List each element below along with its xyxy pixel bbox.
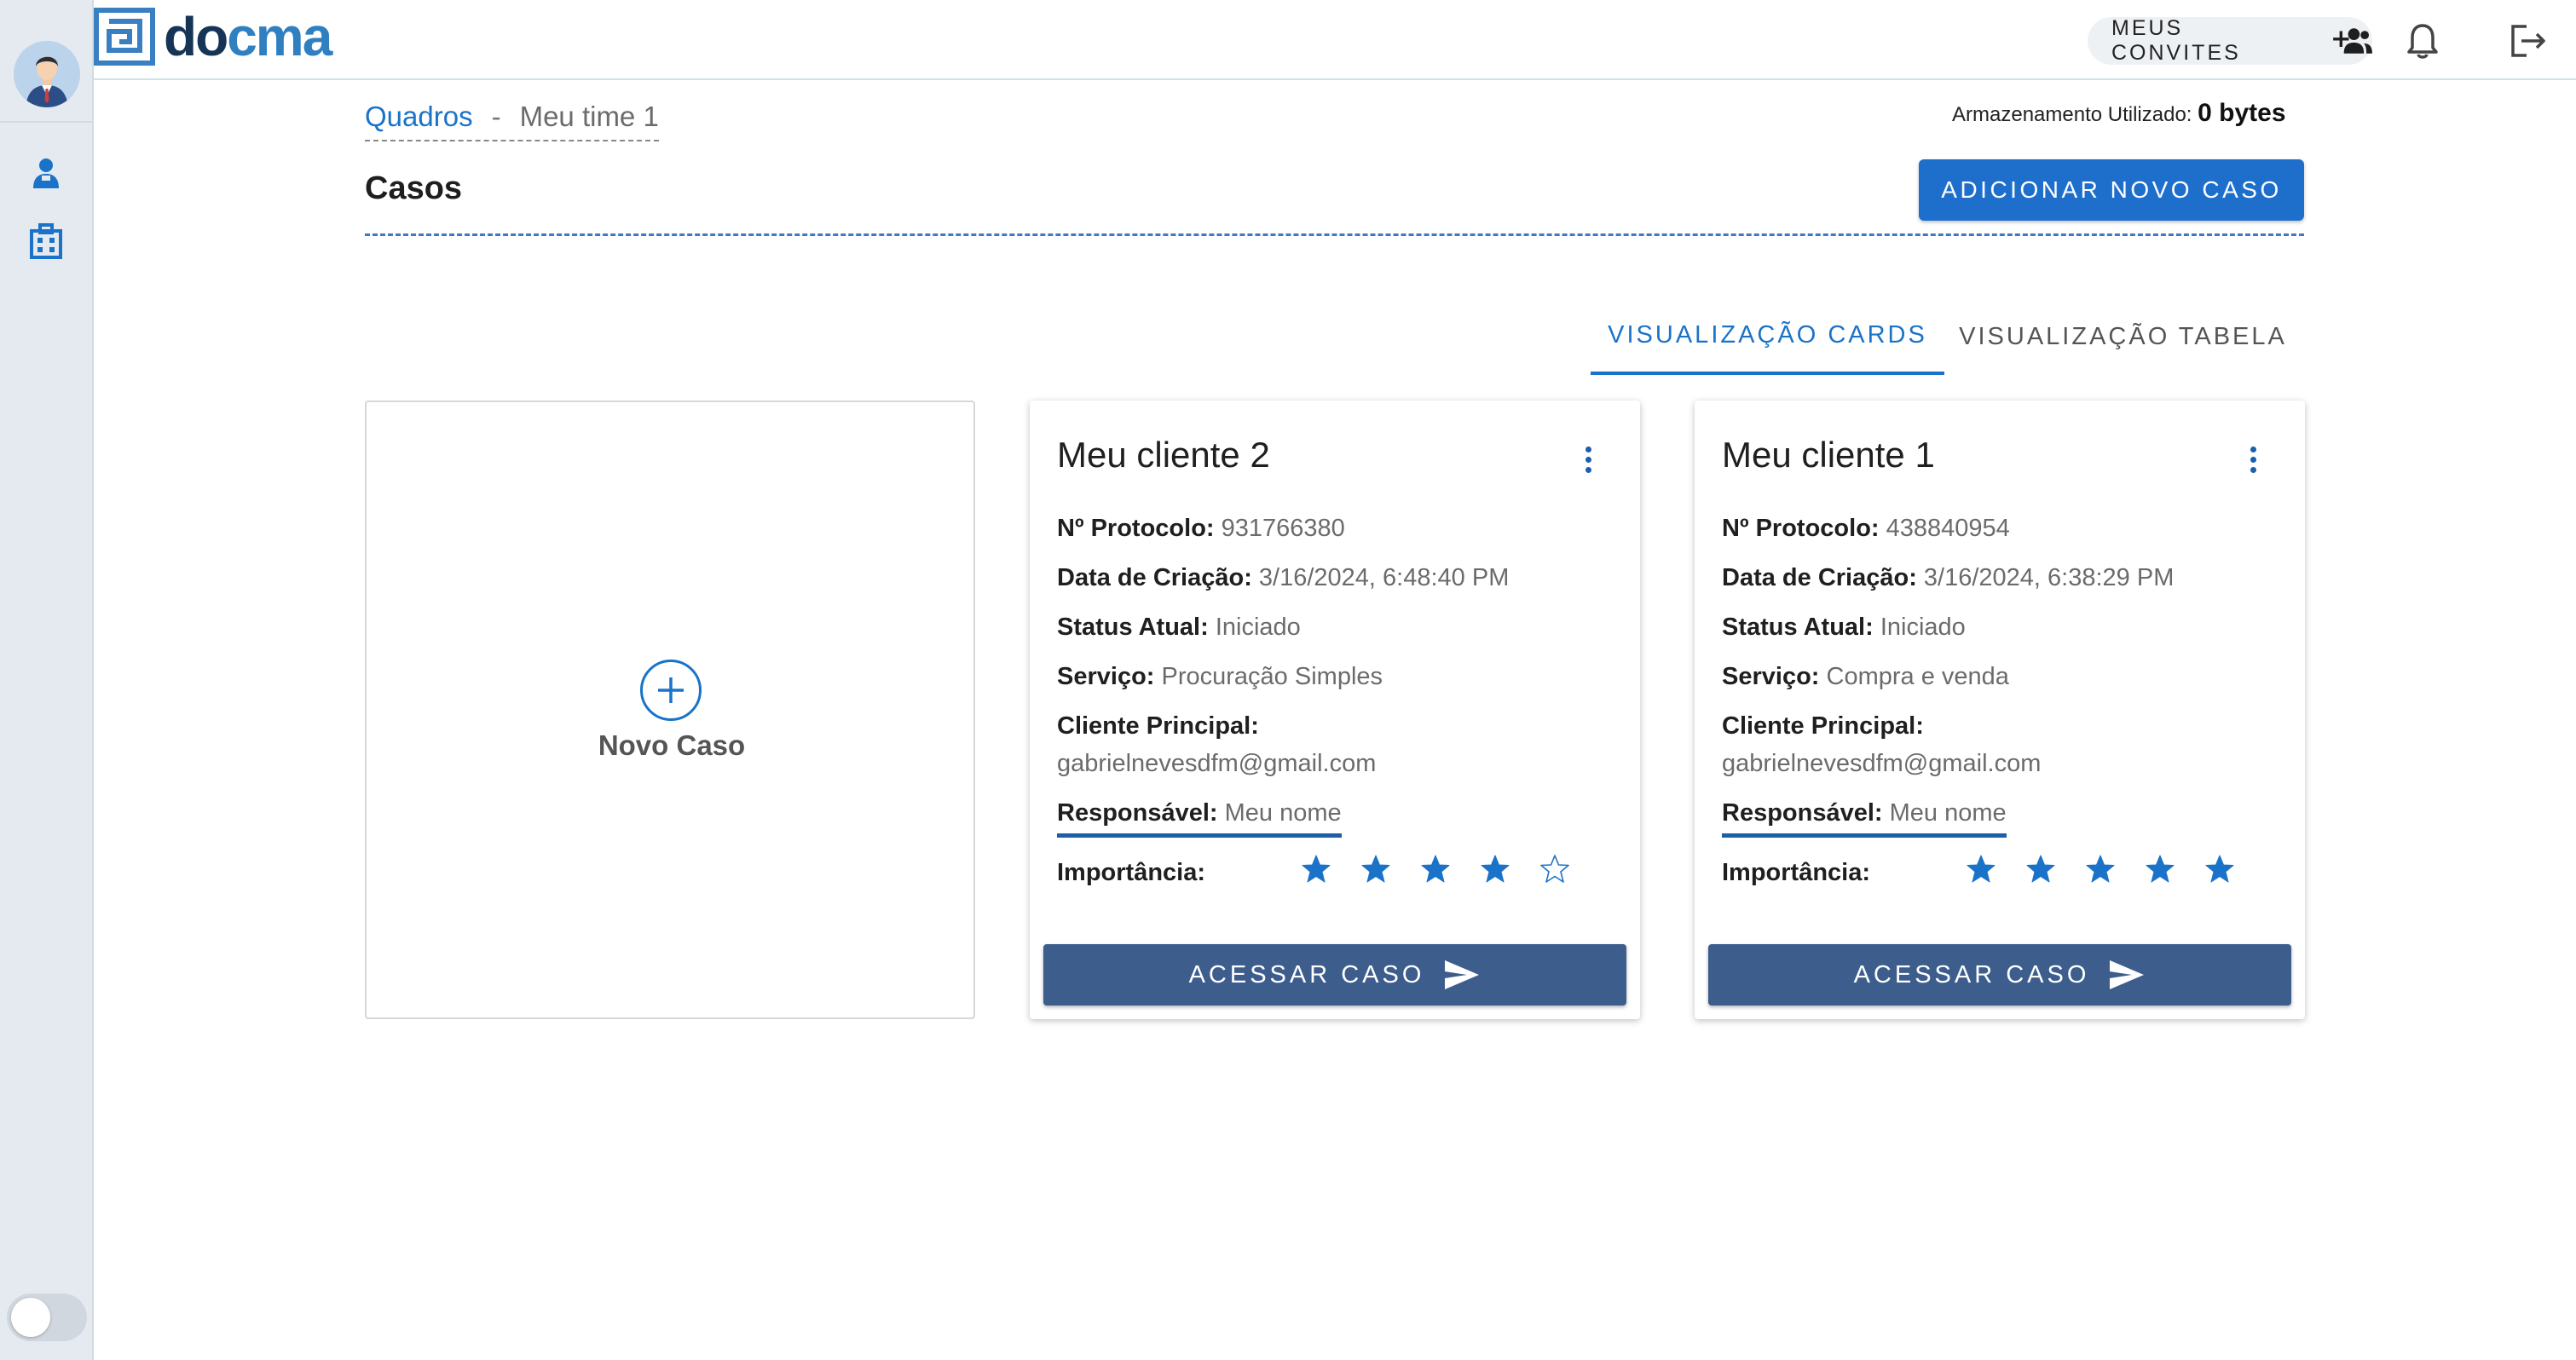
importance-field: Importância: xyxy=(1057,854,1205,891)
sidebar xyxy=(0,0,94,1360)
send-icon xyxy=(2110,960,2145,989)
responsible-label: Responsável: xyxy=(1057,799,1218,827)
created-value: 3/16/2024, 6:48:40 PM xyxy=(1258,564,1510,591)
protocol-field: Nº Protocolo: 438840954 xyxy=(1722,510,2010,547)
responsible-field[interactable]: Responsável: Meu nome xyxy=(1722,794,2007,838)
add-circle-icon xyxy=(640,660,702,721)
new-case-label: Novo Caso xyxy=(598,729,746,761)
storage-value: 0 bytes xyxy=(2198,99,2286,127)
star-filled-icon[interactable] xyxy=(1301,854,1331,885)
status-value: Iniciado xyxy=(1215,614,1301,641)
star-filled-icon[interactable] xyxy=(2204,854,2235,885)
new-case-card[interactable]: Novo Caso xyxy=(365,401,975,1019)
breadcrumb-link-boards[interactable]: Quadros xyxy=(365,101,473,133)
client-value: gabrielnevesdfm@gmail.com xyxy=(1722,750,2042,777)
more-options-icon[interactable] xyxy=(2240,438,2266,481)
status-label: Status Atual: xyxy=(1057,614,1209,641)
avatar[interactable] xyxy=(14,41,80,107)
page-title: Casos xyxy=(365,170,463,206)
client-label: Cliente Principal: xyxy=(1057,712,1259,740)
client-value: gabrielnevesdfm@gmail.com xyxy=(1057,750,1377,777)
created-label: Data de Criação: xyxy=(1722,564,1917,591)
star-filled-icon[interactable] xyxy=(2085,854,2116,885)
importance-field: Importância: xyxy=(1722,854,1870,891)
breadcrumb: Quadros - Meu time 1 xyxy=(365,101,659,141)
case-card: Meu cliente 1 Nº Protocolo: 438840954 Da… xyxy=(1695,401,2305,1019)
tab-cards-view[interactable]: VISUALIZAÇÃO CARDS xyxy=(1591,298,1944,375)
user-avatar-icon xyxy=(14,41,80,107)
star-filled-icon[interactable] xyxy=(1480,854,1510,885)
tab-table-view[interactable]: VISUALIZAÇÃO TABELA xyxy=(1946,298,2300,375)
importance-rating[interactable] xyxy=(1966,854,2235,885)
more-options-icon[interactable] xyxy=(1575,438,1601,481)
service-label: Serviço: xyxy=(1057,663,1155,690)
my-invites-button[interactable]: MEUS CONVITES + xyxy=(2088,16,2372,65)
star-filled-icon[interactable] xyxy=(2025,854,2056,885)
case-title: Meu cliente 2 xyxy=(1057,435,1270,475)
theme-toggle[interactable] xyxy=(7,1294,87,1341)
importance-rating[interactable] xyxy=(1301,854,1570,885)
status-value: Iniciado xyxy=(1880,614,1966,641)
building-icon xyxy=(30,223,62,259)
access-case-button[interactable]: ACESSAR CASO xyxy=(1708,944,2291,1006)
logo-mark-icon xyxy=(94,8,155,66)
protocol-value: 931766380 xyxy=(1221,515,1345,542)
bell-icon xyxy=(2407,24,2438,59)
protocol-field: Nº Protocolo: 931766380 xyxy=(1057,510,1345,547)
responsible-value: Meu nome xyxy=(1224,799,1342,827)
service-label: Serviço: xyxy=(1722,663,1820,690)
service-value: Procuração Simples xyxy=(1161,663,1383,690)
created-value: 3/16/2024, 6:38:29 PM xyxy=(1923,564,2175,591)
client-label: Cliente Principal: xyxy=(1722,712,1924,740)
sidebar-item-organization[interactable] xyxy=(26,222,66,261)
storage-usage: Armazenamento Utilizado: 0 bytes xyxy=(1952,99,2286,128)
logo-wordmark: docma xyxy=(164,6,332,67)
star-filled-icon[interactable] xyxy=(2145,854,2175,885)
star-filled-icon[interactable] xyxy=(1966,854,1996,885)
service-value: Compra e venda xyxy=(1826,663,2009,690)
star-filled-icon[interactable] xyxy=(1420,854,1451,885)
protocol-label: Nº Protocolo: xyxy=(1722,515,1880,542)
client-field: Cliente Principal: gabrielnevesdfm@gmail… xyxy=(1057,707,1376,782)
created-field: Data de Criação: 3/16/2024, 6:48:40 PM xyxy=(1057,559,1509,596)
access-case-label: ACESSAR CASO xyxy=(1188,960,1425,988)
logout-button[interactable] xyxy=(2508,20,2549,61)
breadcrumb-separator: - xyxy=(491,101,501,132)
case-card: Meu cliente 2 Nº Protocolo: 931766380 Da… xyxy=(1030,401,1640,1019)
title-divider xyxy=(365,233,2304,236)
responsible-value: Meu nome xyxy=(1889,799,2007,827)
access-case-label: ACESSAR CASO xyxy=(1853,960,2090,988)
logout-icon xyxy=(2511,25,2545,57)
protocol-label: Nº Protocolo: xyxy=(1057,515,1215,542)
status-field: Status Atual: Iniciado xyxy=(1722,608,1966,646)
created-field: Data de Criação: 3/16/2024, 6:38:29 PM xyxy=(1722,559,2174,596)
status-label: Status Atual: xyxy=(1722,614,1874,641)
sidebar-item-users[interactable] xyxy=(26,153,66,193)
user-icon xyxy=(33,158,59,188)
importance-label: Importância: xyxy=(1057,859,1206,886)
service-field: Serviço: Compra e venda xyxy=(1722,658,2009,695)
star-filled-icon[interactable] xyxy=(1360,854,1391,885)
logo: docma xyxy=(94,6,332,67)
sidebar-divider xyxy=(0,121,94,123)
notifications-button[interactable] xyxy=(2402,20,2443,61)
my-invites-label: MEUS CONVITES xyxy=(2111,16,2241,65)
access-case-button[interactable]: ACESSAR CASO xyxy=(1043,944,1626,1006)
created-label: Data de Criação: xyxy=(1057,564,1252,591)
protocol-value: 438840954 xyxy=(1886,515,2010,542)
group-add-icon: + xyxy=(2331,26,2372,54)
send-icon xyxy=(1445,960,1480,989)
star-outline-icon[interactable] xyxy=(1539,854,1570,885)
responsible-field[interactable]: Responsável: Meu nome xyxy=(1057,794,1342,838)
importance-label: Importância: xyxy=(1722,859,1871,886)
responsible-label: Responsável: xyxy=(1722,799,1883,827)
add-new-case-button[interactable]: ADICIONAR NOVO CASO xyxy=(1919,159,2304,221)
breadcrumb-current: Meu time 1 xyxy=(519,101,659,132)
storage-label: Armazenamento Utilizado: xyxy=(1952,103,2192,126)
service-field: Serviço: Procuração Simples xyxy=(1057,658,1383,695)
theme-toggle-knob xyxy=(11,1298,50,1337)
case-title: Meu cliente 1 xyxy=(1722,435,1935,475)
status-field: Status Atual: Iniciado xyxy=(1057,608,1301,646)
client-field: Cliente Principal: gabrielnevesdfm@gmail… xyxy=(1722,707,2041,782)
